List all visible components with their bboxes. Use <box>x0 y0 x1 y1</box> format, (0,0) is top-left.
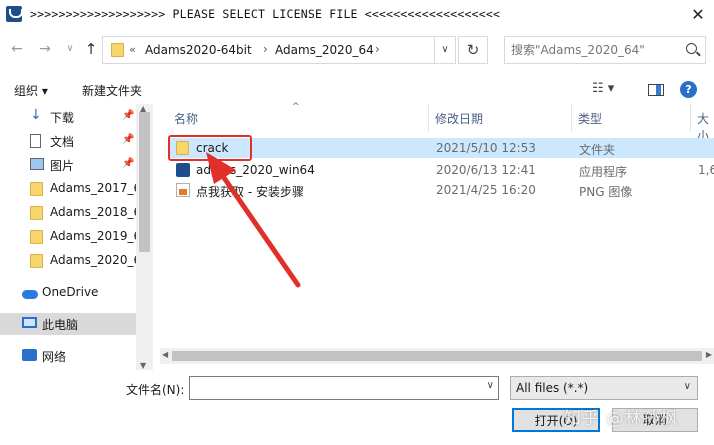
filename-label: 文件名(N): <box>126 383 185 397</box>
chevron-down-icon[interactable]: ∨ <box>487 380 494 391</box>
file-type-filter-value: All files (*.*) <box>516 381 589 395</box>
chevron-down-icon[interactable]: ∨ <box>684 381 691 392</box>
watermark: 知乎 @林孙枫 <box>564 409 679 429</box>
file-type-filter[interactable]: All files (*.*) ∨ <box>510 376 698 400</box>
filename-input[interactable] <box>194 380 474 396</box>
filename-field[interactable]: ∨ <box>189 376 499 400</box>
